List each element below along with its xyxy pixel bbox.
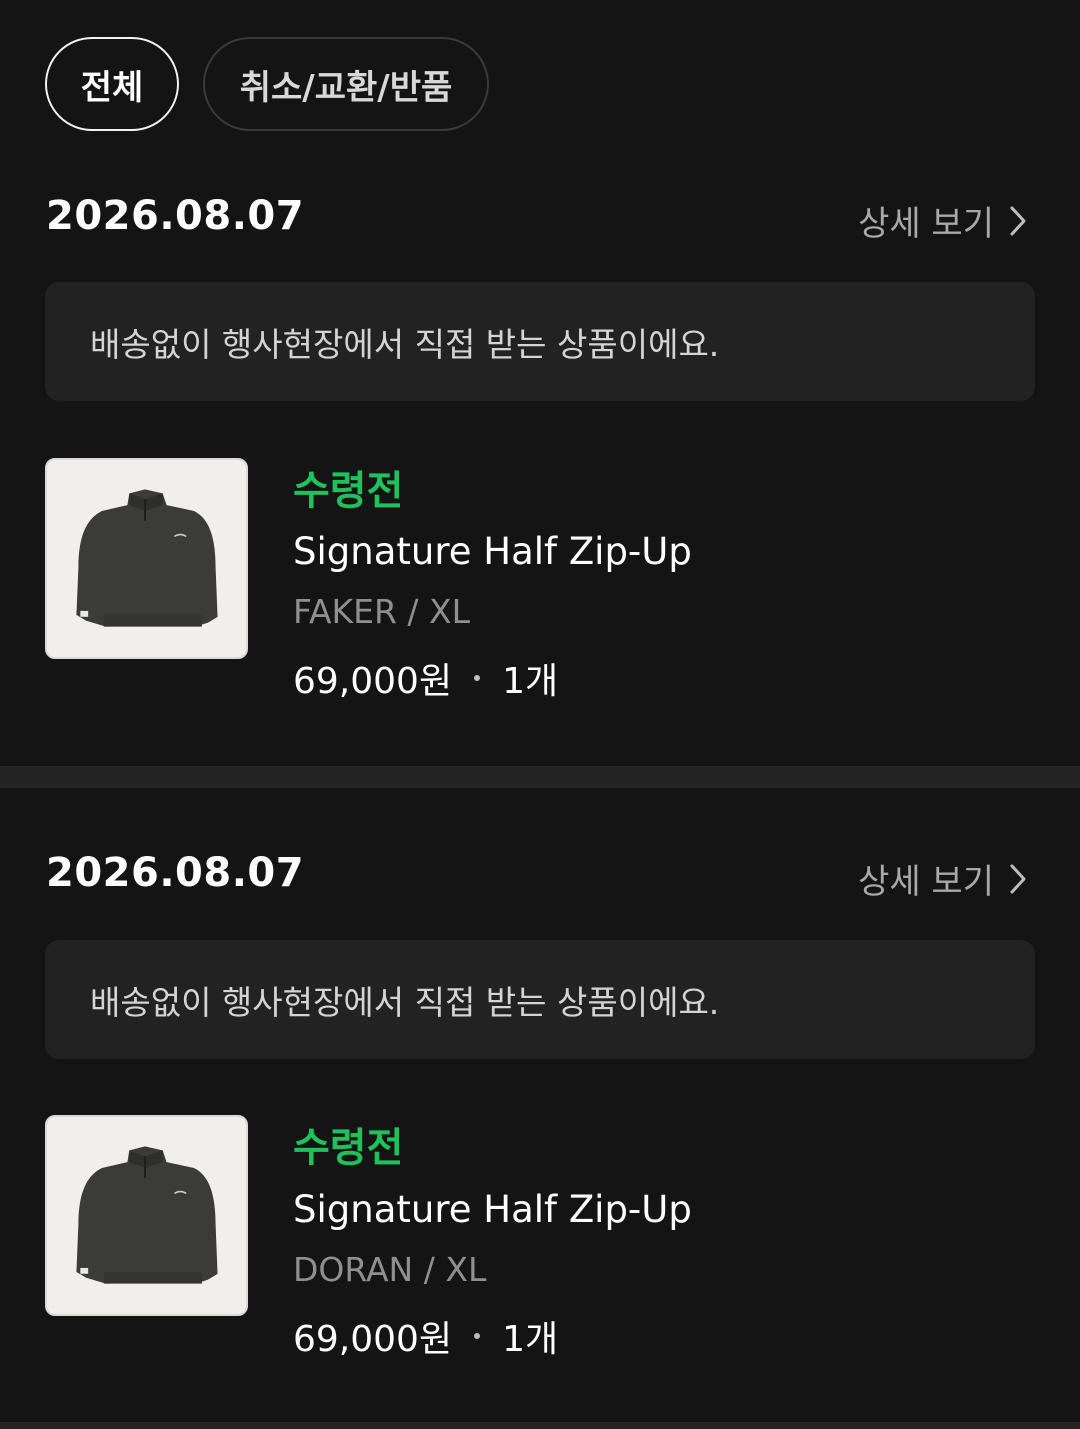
order-detail-link[interactable]: 상세 보기 (858, 854, 1028, 903)
product-price: 69,000원 (293, 661, 453, 702)
filter-all-chip[interactable]: 전체 (45, 37, 179, 131)
section-divider (0, 766, 1080, 788)
order-status: 수령전 (293, 468, 404, 514)
pickup-notice-text: 배송없이 행사현장에서 직접 받는 상품이에요. (90, 324, 720, 364)
product-name[interactable]: Signature Half Zip-Up (293, 1188, 692, 1231)
order-detail-link[interactable]: 상세 보기 (858, 196, 1028, 245)
product-quantity: 1개 (502, 1319, 559, 1360)
product-thumbnail[interactable] (45, 1115, 248, 1316)
product-price: 69,000원 (293, 1319, 453, 1360)
product-quantity: 1개 (502, 661, 559, 702)
detail-link-label: 상세 보기 (858, 204, 994, 244)
product-thumbnail[interactable] (45, 458, 248, 659)
order-status: 수령전 (293, 1125, 404, 1171)
section-divider (0, 1422, 1080, 1429)
half-zip-sweatshirt-image (76, 489, 218, 627)
chevron-right-icon (1010, 864, 1026, 893)
pickup-notice-text: 배송없이 행사현장에서 직접 받는 상품이에요. (90, 982, 720, 1022)
order-filter-tabs: 전체 취소/교환/반품 (45, 37, 489, 131)
order-date: 2026.08.07 (46, 193, 305, 239)
price-quantity-row: 69,000원 1개 (293, 652, 558, 704)
pickup-notice: 배송없이 행사현장에서 직접 받는 상품이에요. (45, 940, 1035, 1059)
product-option: FAKER / XL (293, 592, 471, 631)
separator-dot (474, 1333, 481, 1339)
half-zip-sweatshirt-image (76, 1146, 218, 1284)
separator-dot (474, 675, 481, 681)
price-quantity-row: 69,000원 1개 (293, 1310, 558, 1362)
product-name[interactable]: Signature Half Zip-Up (293, 530, 692, 573)
order-date: 2026.08.07 (46, 850, 305, 896)
detail-link-label: 상세 보기 (858, 862, 994, 902)
product-option: DORAN / XL (293, 1250, 487, 1289)
filter-cancel-exchange-return-chip[interactable]: 취소/교환/반품 (203, 37, 489, 131)
pickup-notice: 배송없이 행사현장에서 직접 받는 상품이에요. (45, 282, 1035, 401)
chevron-right-icon (1010, 206, 1026, 235)
